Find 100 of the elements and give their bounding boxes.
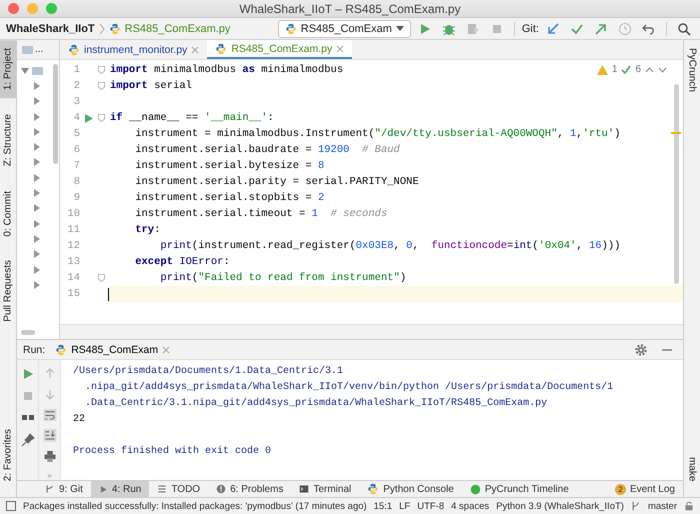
line-number: 15: [66, 288, 80, 300]
expand-arrow-icon[interactable]: [33, 174, 41, 182]
zoom-button[interactable]: [46, 3, 57, 14]
checkmark-icon[interactable]: [621, 64, 632, 74]
line-number: 14: [66, 272, 80, 284]
tool-window-tab[interactable]: 2: Favorites: [0, 420, 16, 489]
line-number: 13: [66, 256, 80, 268]
close-icon[interactable]: [191, 46, 200, 54]
expand-arrow-icon[interactable]: [33, 158, 41, 166]
undo-icon[interactable]: [642, 22, 656, 36]
status-item[interactable]: LF: [399, 500, 410, 512]
expand-arrow-icon[interactable]: [33, 234, 41, 243]
expand-arrow-icon[interactable]: [33, 82, 41, 90]
push-arrow-icon[interactable]: [594, 22, 608, 36]
expand-arrow-icon[interactable]: [33, 112, 41, 121]
tool-window-tab[interactable]: Terminal: [291, 481, 360, 497]
tool-window-tab[interactable]: Python Console: [359, 481, 462, 497]
weak-warning-count[interactable]: 6: [635, 64, 641, 75]
chevron-icon: [98, 22, 105, 34]
code-line: import minimalmodbus as minimalmodbus: [109, 64, 344, 76]
status-item[interactable]: UTF-8: [417, 500, 444, 512]
run-configuration-dropdown[interactable]: RS485_ComExam: [278, 20, 411, 38]
expand-arrow-icon[interactable]: [33, 204, 41, 212]
line-number: 6: [72, 144, 80, 156]
scrollbar[interactable]: [53, 64, 58, 164]
clock-icon[interactable]: [618, 22, 632, 36]
expand-arrow-icon[interactable]: [33, 250, 41, 258]
tool-window-tab[interactable]: PyCrunch Timeline: [462, 481, 577, 497]
settings-icon[interactable]: [634, 342, 648, 356]
code-line: instrument.serial.baudrate = 19200 # Baud: [134, 144, 400, 156]
expand-arrow-icon[interactable]: [33, 266, 41, 274]
tool-window-tab[interactable]: PyCrunch: [684, 40, 700, 100]
scroll-to-end-icon[interactable]: [42, 429, 56, 442]
status-dot-icon: [470, 484, 481, 494]
python-icon: [108, 22, 121, 34]
breadcrumb-item[interactable]: WhaleShark_IIoT: [6, 22, 95, 34]
tool-window-tab[interactable]: 1: Project: [0, 40, 16, 98]
checkmark-icon[interactable]: [570, 22, 584, 36]
editor-tab[interactable]: instrument_monitor.py: [60, 40, 208, 59]
expand-arrow-icon[interactable]: [33, 128, 41, 136]
tool-window-tab[interactable]: TODO: [149, 481, 208, 497]
fold-marker-icon[interactable]: [98, 114, 104, 122]
project-view-dropdown[interactable]: ...: [35, 44, 44, 55]
list-icon: [157, 484, 168, 494]
line-number: 5: [72, 128, 80, 140]
coverage-icon[interactable]: [466, 22, 480, 36]
expand-arrow-icon[interactable]: [33, 189, 41, 198]
expand-arrow-icon[interactable]: [33, 143, 41, 152]
panel-icon: [22, 46, 33, 54]
status-item[interactable]: 15:1: [374, 500, 392, 512]
code-line: except IOError:: [134, 256, 230, 268]
close-icon[interactable]: [336, 44, 344, 52]
tool-window-tab[interactable]: 6: Problems: [208, 481, 292, 497]
lock-icon: [684, 501, 694, 511]
print-icon[interactable]: [42, 450, 56, 463]
fold-marker-icon[interactable]: [98, 66, 104, 74]
play-icon: [98, 484, 108, 494]
code-line: instrument = minimalmodbus.Instrument("/dev/tty.usbserial-AQ00WOQH", 1,'rtu'): [134, 128, 620, 140]
expand-arrow-icon[interactable]: [33, 220, 41, 228]
warning-icon[interactable]: [596, 64, 608, 74]
tool-window-tab[interactable]: 0: Commit: [0, 182, 16, 244]
run-gutter-icon[interactable]: [85, 114, 93, 122]
tool-window-tab[interactable]: 9: Git: [37, 481, 91, 497]
code-line: instrument.serial.parity = serial.PARITY_NONE: [134, 176, 419, 188]
tool-window-tab[interactable]: Pull Requests: [0, 252, 16, 330]
expand-arrow-icon[interactable]: [33, 97, 41, 106]
update-arrow-icon[interactable]: [546, 22, 560, 36]
soft-wrap-icon[interactable]: [42, 408, 56, 422]
panel-toggle-icon[interactable]: [6, 501, 16, 511]
line-number: 12: [66, 240, 80, 252]
text-cursor: [108, 288, 109, 300]
warning-count[interactable]: 1: [612, 64, 618, 75]
fold-marker-icon[interactable]: [98, 274, 104, 282]
git-branch[interactable]: master: [648, 500, 677, 512]
run-tab[interactable]: RS485_ComExam: [51, 344, 174, 356]
expand-arrow-icon[interactable]: [21, 66, 29, 75]
status-item[interactable]: 4 spaces: [451, 500, 490, 512]
expand-arrow-icon[interactable]: [33, 280, 41, 289]
status-item[interactable]: Python 3.9 (WhaleShark_IIoT): [496, 500, 624, 512]
code-line: print(instrument.read_register(0x03E8, 0, functioncode=int('0x04', 16))): [159, 240, 620, 252]
line-number: 3: [72, 96, 80, 108]
scrollbar[interactable]: [21, 330, 35, 335]
event-log-tab[interactable]: 2 Event Log: [606, 481, 683, 497]
tool-window-tab[interactable]: Z: Structure: [0, 106, 16, 174]
line-number: 2: [72, 80, 80, 92]
search-icon[interactable]: [677, 22, 691, 36]
code-line: import serial: [109, 80, 192, 92]
breadcrumb-item[interactable]: RS485_ComExam.py: [124, 22, 230, 34]
folder-icon: [32, 66, 43, 75]
tool-window-tab[interactable]: make: [684, 448, 700, 489]
pin-icon[interactable]: [20, 433, 34, 447]
line-number: 7: [72, 160, 80, 172]
line-number: 8: [72, 176, 80, 188]
fold-marker-icon[interactable]: [98, 82, 104, 90]
close-button[interactable]: [8, 3, 19, 14]
close-icon[interactable]: [162, 346, 170, 354]
editor-tab[interactable]: RS485_ComExam.py: [207, 40, 352, 59]
tool-window-tab[interactable]: 4: Run: [90, 481, 150, 497]
status-message: Packages installed successfully: Installed packages: 'pymodbus' (17 minutes ago): [23, 500, 367, 512]
scrollbar[interactable]: [674, 84, 679, 284]
